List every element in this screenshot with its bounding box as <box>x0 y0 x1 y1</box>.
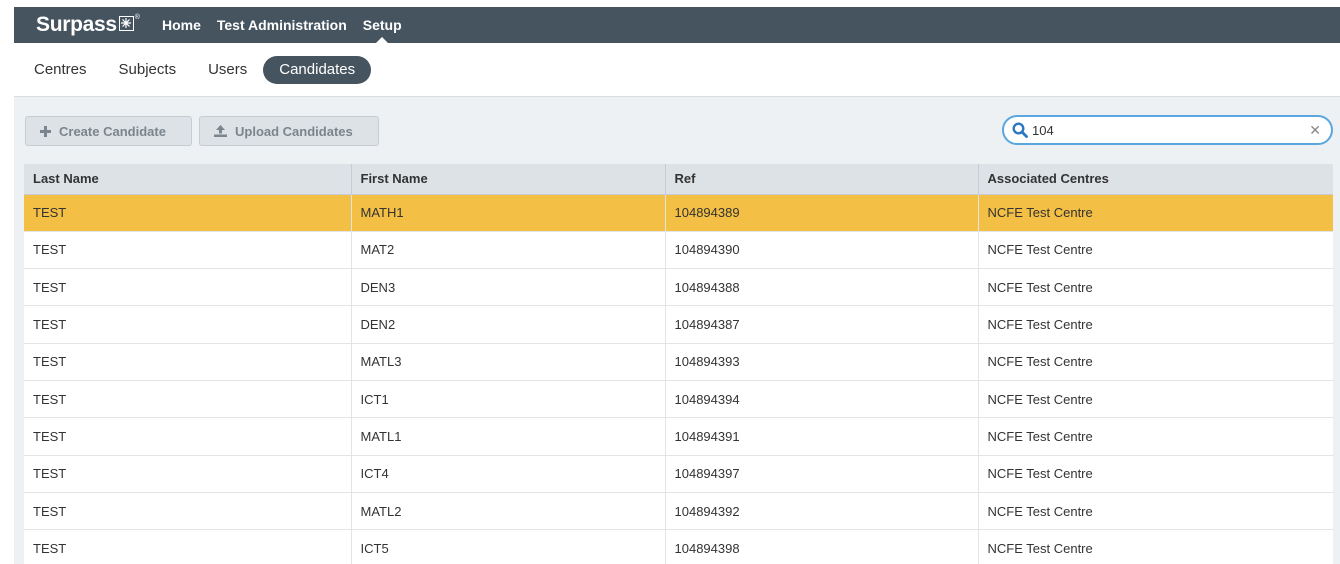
cell-associated-centres: NCFE Test Centre <box>978 492 1333 531</box>
cell-associated-centres: NCFE Test Centre <box>978 231 1333 270</box>
cell-last-name: TEST <box>24 529 352 564</box>
subnav-centres[interactable]: Centres <box>34 56 87 84</box>
brand-mark-icon <box>118 16 134 31</box>
cell-first-name: MATL1 <box>351 417 666 456</box>
cell-first-name: DEN3 <box>351 268 666 307</box>
cell-first-name: MATL3 <box>351 343 666 381</box>
create-candidate-label: Create Candidate <box>59 123 166 139</box>
cell-associated-centres: NCFE Test Centre <box>978 194 1333 232</box>
cell-last-name: TEST <box>24 380 352 419</box>
subnav-subjects[interactable]: Subjects <box>119 56 177 84</box>
cell-last-name: TEST <box>24 268 352 307</box>
cell-associated-centres: NCFE Test Centre <box>978 343 1333 381</box>
nav-setup[interactable]: Setup <box>363 7 402 43</box>
cell-associated-centres: NCFE Test Centre <box>978 380 1333 419</box>
cell-last-name: TEST <box>24 343 352 381</box>
table-row[interactable]: TEST ICT4 104894397 NCFE Test Centre <box>24 455 1333 493</box>
brand-name: Surpass <box>36 13 117 36</box>
table-row[interactable]: TEST MAT2 104894390 NCFE Test Centre <box>24 231 1333 270</box>
column-header-first-name[interactable]: First Name <box>351 164 666 195</box>
main-nav: Home Test Administration Setup <box>162 7 418 43</box>
cell-ref: 104894390 <box>665 231 979 270</box>
cell-last-name: TEST <box>24 492 352 531</box>
close-icon[interactable]: ✕ <box>1309 122 1321 139</box>
cell-last-name: TEST <box>24 194 352 232</box>
table-row[interactable]: TEST MATL2 104894392 NCFE Test Centre <box>24 492 1333 531</box>
cell-first-name: MAT2 <box>351 231 666 270</box>
upload-icon <box>214 125 227 137</box>
cell-ref: 104894389 <box>665 194 979 232</box>
cell-first-name: ICT1 <box>351 380 666 419</box>
cell-last-name: TEST <box>24 417 352 456</box>
cell-last-name: TEST <box>24 455 352 493</box>
setup-subnav: Centres Subjects Users Candidates <box>34 56 403 84</box>
cell-first-name: MATH1 <box>351 194 666 232</box>
table-row[interactable]: TEST ICT5 104894398 NCFE Test Centre <box>24 529 1333 564</box>
table-row[interactable]: TEST MATL1 104894391 NCFE Test Centre <box>24 417 1333 456</box>
cell-associated-centres: NCFE Test Centre <box>978 529 1333 564</box>
cell-last-name: TEST <box>24 305 352 344</box>
search-box: ✕ <box>1002 115 1333 145</box>
registered-mark: ® <box>134 14 140 21</box>
search-input[interactable] <box>1032 122 1310 138</box>
surpass-logo[interactable]: Surpass ® <box>36 14 140 36</box>
cell-ref: 104894397 <box>665 455 979 493</box>
subnav-candidates[interactable]: Candidates <box>263 56 372 84</box>
cell-ref: 104894387 <box>665 305 979 344</box>
column-header-last-name[interactable]: Last Name <box>24 164 352 195</box>
plus-icon <box>40 125 51 137</box>
nav-test-administration[interactable]: Test Administration <box>217 7 347 43</box>
cell-ref: 104894388 <box>665 268 979 307</box>
cell-first-name: ICT4 <box>351 455 666 493</box>
cell-associated-centres: NCFE Test Centre <box>978 268 1333 307</box>
cell-associated-centres: NCFE Test Centre <box>978 455 1333 493</box>
upload-candidates-label: Upload Candidates <box>235 123 353 139</box>
cell-ref: 104894391 <box>665 417 979 456</box>
table-row[interactable]: TEST ICT1 104894394 NCFE Test Centre <box>24 380 1333 419</box>
cell-first-name: ICT5 <box>351 529 666 564</box>
column-header-ref[interactable]: Ref <box>665 164 979 195</box>
table-row[interactable]: TEST DEN3 104894388 NCFE Test Centre <box>24 268 1333 307</box>
cell-first-name: DEN2 <box>351 305 666 344</box>
top-navigation-bar: Surpass ® Home Test Administration Setup <box>14 7 1340 43</box>
nav-home[interactable]: Home <box>162 7 201 43</box>
table-row[interactable]: TEST MATL3 104894393 NCFE Test Centre <box>24 343 1333 381</box>
candidates-table: Last Name First Name Ref Associated Cent… <box>24 164 1333 564</box>
cell-ref: 104894398 <box>665 529 979 564</box>
cell-ref: 104894393 <box>665 343 979 381</box>
cell-associated-centres: NCFE Test Centre <box>978 305 1333 344</box>
column-header-associated-centres[interactable]: Associated Centres <box>978 164 1333 195</box>
table-row[interactable]: TEST MATH1 104894389 NCFE Test Centre <box>24 194 1333 232</box>
cell-ref: 104894392 <box>665 492 979 531</box>
cell-ref: 104894394 <box>665 380 979 419</box>
cell-last-name: TEST <box>24 231 352 270</box>
create-candidate-button[interactable]: Create Candidate <box>25 116 192 146</box>
subnav-users[interactable]: Users <box>208 56 247 84</box>
upload-candidates-button[interactable]: Upload Candidates <box>199 116 379 146</box>
table-header-row: Last Name First Name Ref Associated Cent… <box>24 164 1333 195</box>
cell-first-name: MATL2 <box>351 492 666 531</box>
cell-associated-centres: NCFE Test Centre <box>978 417 1333 456</box>
table-row[interactable]: TEST DEN2 104894387 NCFE Test Centre <box>24 305 1333 344</box>
search-icon <box>1012 122 1028 138</box>
